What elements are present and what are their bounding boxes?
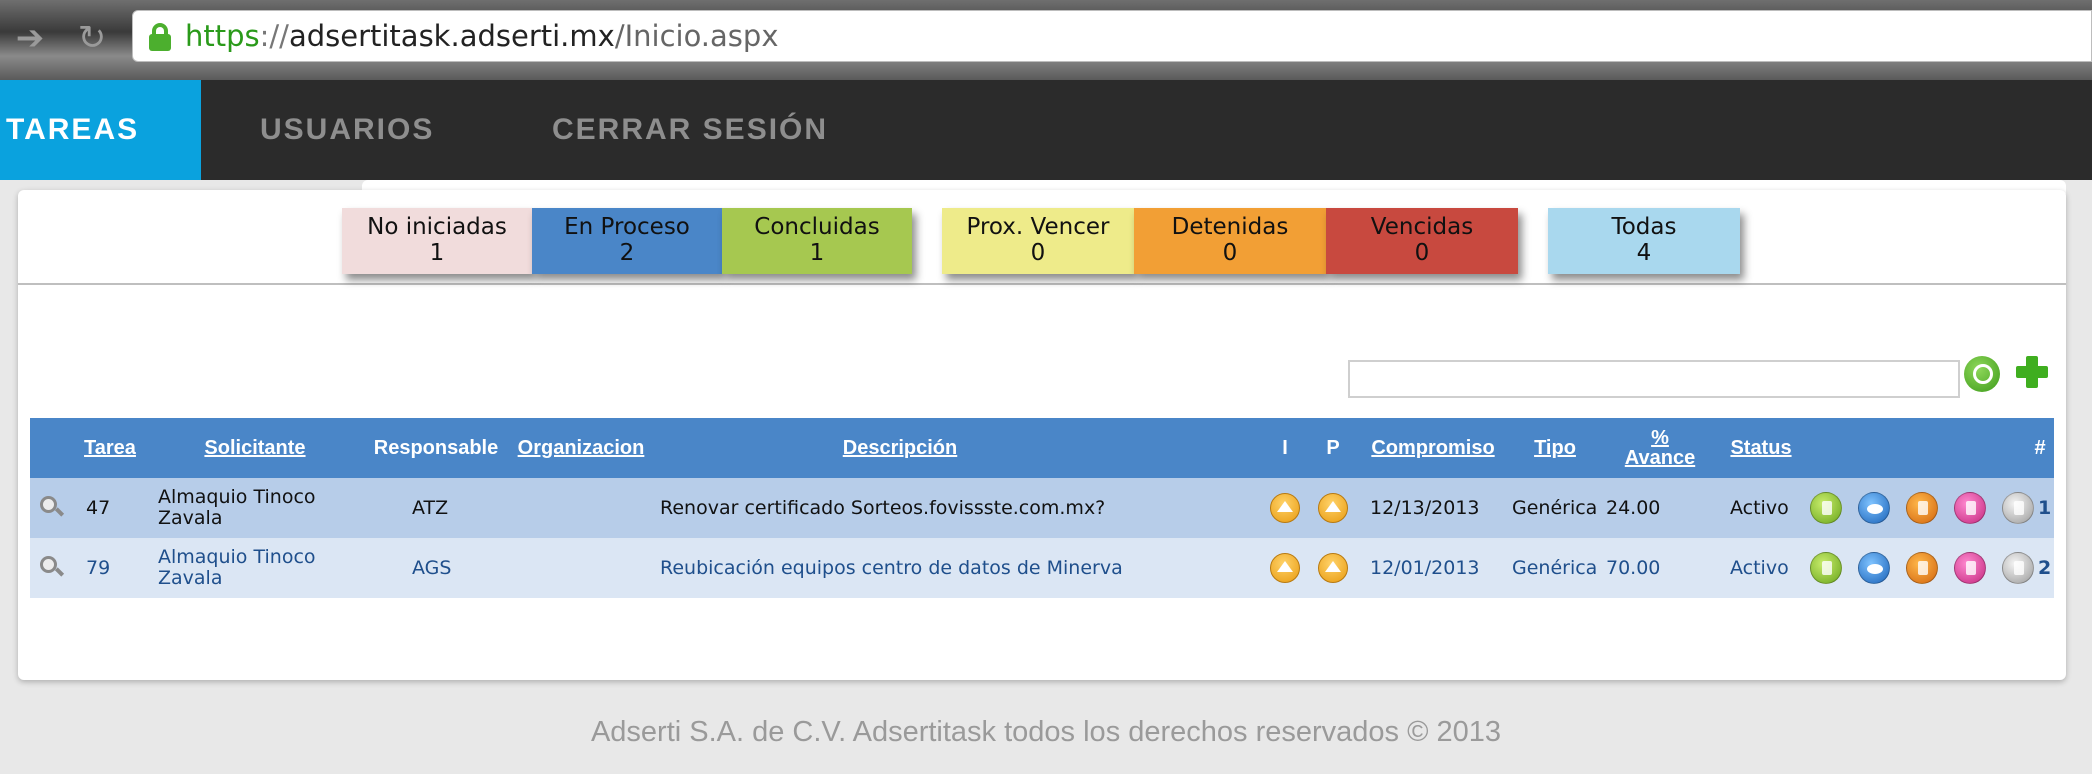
tasks-panel: No iniciadas 1 En Proceso 2 Concluidas 1… [18,190,2066,680]
filter-label: Prox. Vencer [966,214,1110,240]
priority-up-icon[interactable] [1318,493,1348,523]
header-avance-line2: Avance [1624,447,1696,469]
cell-tipo: Genérica [1512,556,1598,579]
filter-count: 0 [1030,240,1046,266]
divider [18,283,2066,285]
cell-tarea: 47 [86,496,111,519]
lock-icon [149,23,171,51]
header-organizacion[interactable]: Organizacion [508,418,654,478]
filter-todas[interactable]: Todas 4 [1548,208,1740,274]
main-nav: TAREAS USUARIOS CERRAR SESIÓN [0,80,2092,180]
filter-count: 2 [619,240,635,266]
filter-count: 1 [809,240,825,266]
view-icon[interactable] [1858,492,1890,524]
header-responsable: Responsable [373,437,499,459]
cell-responsable: AGS [412,556,452,579]
tab-usuarios[interactable]: USUARIOS [260,80,434,180]
table-row[interactable]: 79 Almaquio Tinoco Zavala AGS Reubicació… [30,538,2054,598]
header-p: P [1326,437,1340,459]
browser-toolbar: ➔ ↻ https://adsertitask.adserti.mx/Inici… [0,0,2092,80]
filter-label: Detenidas [1171,214,1289,240]
solicitante-line: Almaquio Tinoco [158,486,316,508]
filter-label: Todas [1611,214,1677,240]
table-header: Tarea Solicitante Responsable Organizaci… [30,418,2054,478]
header-num: # [2034,437,2046,459]
filter-label: Concluidas [754,214,880,240]
download-icon[interactable] [1954,552,1986,584]
cell-descripcion: Reubicación equipos centro de datos de M… [660,556,1123,579]
header-solicitante[interactable]: Solicitante [180,418,330,478]
header-avance-line1: % [1651,427,1669,449]
filter-count: 0 [1414,240,1430,266]
filter-count: 1 [429,240,445,266]
address-bar[interactable]: https://adsertitask.adserti.mx/Inicio.as… [132,10,2092,62]
header-compromiso[interactable]: Compromiso [1368,418,1498,478]
header-tipo[interactable]: Tipo [1520,418,1590,478]
url-host: adsertitask.adserti.mx [288,19,615,53]
folder-icon[interactable] [1906,492,1938,524]
cell-num: 2 [2038,556,2052,579]
forward-arrow-icon[interactable]: ➔ [10,18,50,58]
filter-count: 4 [1636,240,1652,266]
cell-status: Activo [1730,496,1789,519]
priority-up-icon[interactable] [1270,553,1300,583]
filter-no-iniciadas[interactable]: No iniciadas 1 [342,208,532,274]
cell-responsable: ATZ [412,496,449,519]
filter-label: No iniciadas [367,214,507,240]
priority-up-icon[interactable] [1318,553,1348,583]
cell-compromiso: 12/01/2013 [1370,556,1480,579]
cell-tipo: Genérica [1512,496,1598,519]
filter-prox-vencer[interactable]: Prox. Vencer 0 [942,208,1134,274]
cell-num: 1 [2038,496,2052,519]
tab-tareas[interactable]: TAREAS [0,80,201,180]
cell-descripcion: Renovar certificado Sorteos.fovissste.co… [660,496,1106,519]
filter-concluidas[interactable]: Concluidas 1 [722,208,912,274]
solicitante-line: Zavala [158,507,223,529]
header-tarea[interactable]: Tarea [74,418,146,478]
edit-icon[interactable] [1810,552,1842,584]
edit-icon[interactable] [1810,492,1842,524]
cell-avance: 70.00 [1606,556,1661,579]
cell-compromiso: 12/13/2013 [1370,496,1480,519]
table-row[interactable]: 47 Almaquio Tinoco Zavala ATZ Renovar ce… [30,478,2054,538]
search-input[interactable] [1348,360,1960,398]
search-icon[interactable] [1964,356,2000,392]
filter-en-proceso[interactable]: En Proceso 2 [532,208,722,274]
priority-up-icon[interactable] [1270,493,1300,523]
filter-label: Vencidas [1370,214,1474,240]
zoom-icon[interactable] [40,556,65,578]
add-icon[interactable] [2014,354,2050,390]
url-path: /Inicio.aspx [614,19,779,53]
reload-icon[interactable]: ↻ [72,18,112,58]
filter-count: 0 [1222,240,1238,266]
url-text[interactable]: https://adsertitask.adserti.mx/Inicio.as… [185,19,778,53]
solicitante-line: Zavala [158,567,223,589]
document-icon[interactable] [2002,492,2034,524]
folder-icon[interactable] [1906,552,1938,584]
download-icon[interactable] [1954,492,1986,524]
cell-status: Activo [1730,556,1789,579]
url-protocol: https [185,19,260,53]
filter-label: En Proceso [564,214,690,240]
url-separator: :// [259,19,289,53]
filter-detenidas[interactable]: Detenidas 0 [1134,208,1326,274]
cell-tarea: 79 [86,556,111,579]
cell-solicitante: Almaquio Tinoco Zavala [158,538,328,598]
filter-vencidas[interactable]: Vencidas 0 [1326,208,1518,274]
header-descripcion[interactable]: Descripción [810,418,990,478]
header-status[interactable]: Status [1726,418,1796,478]
solicitante-line: Almaquio Tinoco [158,546,316,568]
view-icon[interactable] [1858,552,1890,584]
tasks-table: Tarea Solicitante Responsable Organizaci… [30,418,2054,598]
header-i: I [1282,437,1288,459]
header-avance[interactable]: % Avance [1610,418,1710,478]
document-icon[interactable] [2002,552,2034,584]
tab-cerrar-sesion[interactable]: CERRAR SESIÓN [552,80,828,180]
cell-avance: 24.00 [1606,496,1661,519]
cell-solicitante: Almaquio Tinoco Zavala [158,478,328,538]
zoom-icon[interactable] [40,496,65,518]
footer-text: Adserti S.A. de C.V. Adsertitask todos l… [590,716,1502,748]
